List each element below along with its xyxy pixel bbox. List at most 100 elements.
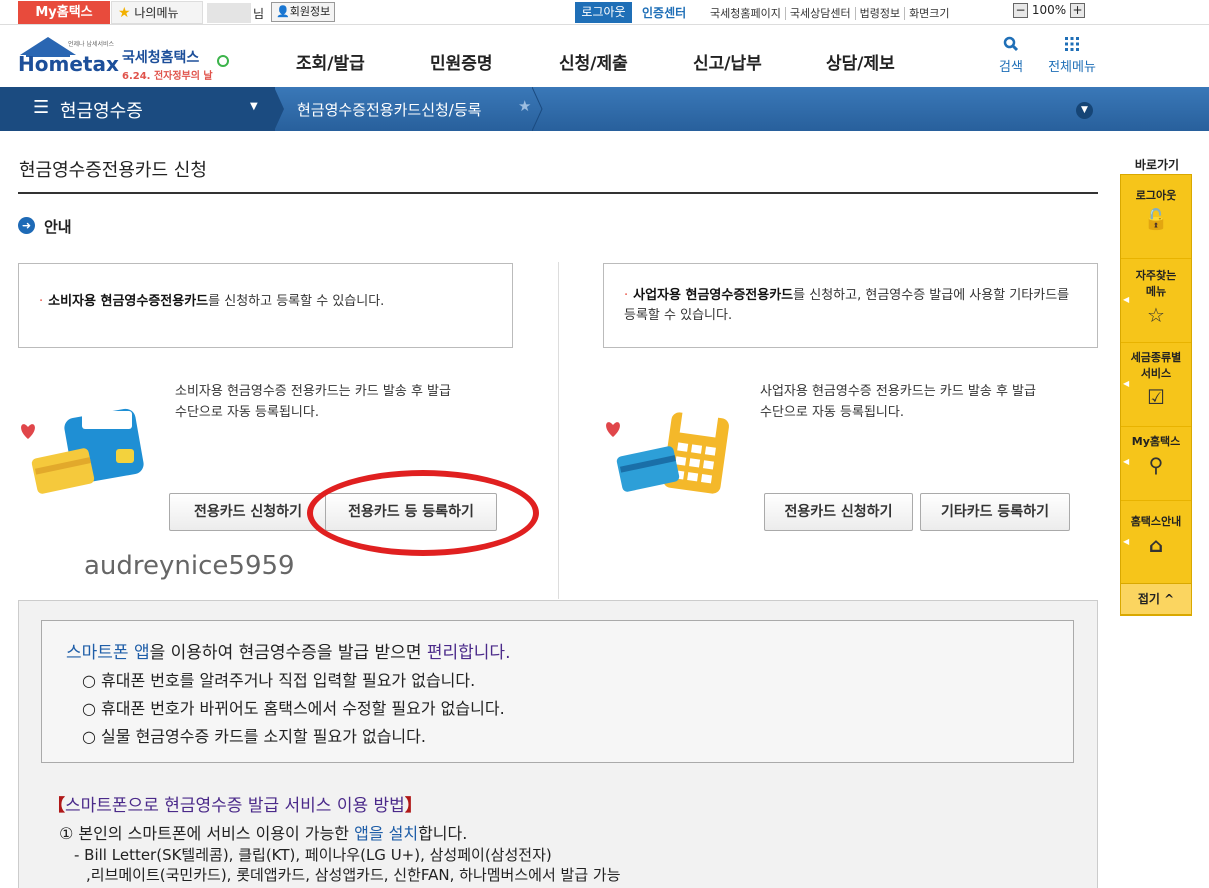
title-divider [18, 192, 1098, 194]
expand-chevron-icon[interactable]: ▼ [1076, 102, 1093, 119]
zoom-in-button[interactable]: + [1069, 3, 1085, 18]
calculator-card-illustration [606, 406, 729, 494]
quick-tax-type-service[interactable]: ◀ 세금종류별 서비스 ☑ [1121, 343, 1191, 427]
column-divider [558, 262, 559, 599]
top-links: 국세청홈페이지 국세상담센터 법령정보 화면크기 [706, 5, 954, 21]
hamburger-icon[interactable]: ☰ [33, 97, 49, 118]
arrow-left-icon: ◀ [1123, 379, 1130, 388]
checkbox-icon: ☑ [1147, 385, 1165, 409]
wallet-card-illustration [21, 408, 144, 494]
app-benefit-item: ○ 실물 현금영수증 카드를 소지할 필요가 없습니다. [82, 727, 426, 746]
quick-hometax-guide[interactable]: ◀ 홈택스안내 ⌂ [1121, 501, 1191, 581]
app-intro-text: 스마트폰 앱을 이용하여 현금영수증을 발급 받으면 편리합니다. [66, 638, 510, 663]
star-icon: ★ [118, 5, 131, 21]
fold-button[interactable]: 접기 ^ [1120, 583, 1192, 615]
search-button[interactable]: 검색 [994, 36, 1028, 75]
arrow-left-icon: ◀ [1123, 295, 1130, 304]
quick-logout-label: 로그아웃 [1135, 189, 1177, 202]
person-icon: ⚲ [1148, 453, 1164, 477]
gnb-report-pay[interactable]: 신고/납부 [693, 49, 762, 74]
bullet-icon: · [624, 288, 629, 303]
business-info-bold: 사업자용 현금영수증전용카드 [633, 288, 794, 303]
howto-title: 스마트폰으로 현금영수증 발급 서비스 이용 방법 [65, 796, 405, 816]
quick-favorite-label: 자주찾는 메뉴 [1135, 269, 1177, 298]
page-title: 현금영수증전용카드 신청 [19, 160, 207, 181]
nts-homepage-link[interactable]: 국세청홈페이지 [706, 7, 785, 20]
nav-arrow-divider [274, 87, 284, 131]
all-menu-label: 전체메뉴 [1048, 60, 1096, 75]
logout-button[interactable]: 로그아웃 [575, 2, 632, 23]
business-card-apply-button[interactable]: 전용카드 신청하기 [764, 493, 913, 531]
gnb-civil-cert[interactable]: 민원증명 [430, 49, 493, 74]
arrow-left-icon: ◀ [1123, 537, 1130, 546]
consumer-info-text: 를 신청하고 등록할 수 있습니다. [208, 294, 385, 309]
my-menu-label: 나의메뉴 [134, 6, 179, 20]
app-benefit-item: ○ 휴대폰 번호를 알려주거나 직접 입력할 필요가 없습니다. [82, 671, 476, 690]
screen-size-label: 화면크기 [904, 7, 954, 20]
quick-tax-type-label: 세금종류별 서비스 [1130, 351, 1182, 380]
my-menu-tab[interactable]: ★ 나의메뉴 [111, 1, 203, 24]
gnb-apply-submit[interactable]: 신청/제출 [559, 49, 628, 74]
chevron-down-icon[interactable]: ▼ [250, 101, 258, 112]
quick-my-hometax[interactable]: ◀ My홈택스 ⚲ [1121, 427, 1191, 501]
hometax-logo[interactable]: 언제나 납세서비스 Hometax 국세청홈택스 6.24. 전자정부의 날 [18, 33, 233, 83]
cert-center-link[interactable]: 인증센터 [642, 4, 686, 21]
honorific-label: 님 [253, 7, 265, 21]
watermark-text: audreynice5959 [84, 551, 295, 581]
howto-heading: 【스마트폰으로 현금영수증 발급 서비스 이용 방법】 [48, 791, 422, 816]
red-highlight-circle [307, 470, 539, 556]
gnb-inquiry-issue[interactable]: 조회/발급 [296, 49, 365, 74]
favorite-star-icon[interactable]: ★ [518, 97, 531, 115]
search-label: 검색 [999, 60, 1023, 75]
app-benefit-item: ○ 휴대폰 번호가 바뀌어도 홈택스에서 수정할 필요가 없습니다. [82, 699, 505, 718]
supported-apps-line-1: - Bill Letter(SK텔레콤), 클립(KT), 페이나우(LG U+… [74, 846, 552, 864]
star-outline-icon: ☆ [1147, 303, 1165, 327]
zoom-level: 100% [1031, 3, 1067, 17]
my-hometax-tab[interactable]: My홈택스 [18, 1, 110, 24]
quick-menu: 로그아웃 🔓 ◀ 자주찾는 메뉴 ☆ ◀ 세금종류별 서비스 ☑ ◀ My홈택스… [1120, 174, 1192, 616]
consumer-info-bold: 소비자용 현금영수증전용카드 [48, 294, 209, 309]
howto-step-1: ① 본인의 스마트폰에 서비스 이용이 가능한 앱을 설치합니다. [59, 820, 467, 844]
zoom-out-button[interactable]: − [1013, 3, 1028, 18]
other-card-register-button[interactable]: 기타카드 등록하기 [920, 493, 1070, 531]
arrow-left-icon: ◀ [1123, 457, 1130, 466]
tax-consult-link[interactable]: 국세상담센터 [784, 7, 855, 20]
app-intro-convenient: 편리합니다. [426, 643, 511, 663]
quick-favorite-menu[interactable]: ◀ 자주찾는 메뉴 ☆ [1121, 259, 1191, 343]
quick-menu-title: 바로가기 [1134, 158, 1180, 172]
house-icon: ⌂ [1148, 533, 1164, 557]
supported-apps-line-2: ,리브메이트(국민카드), 롯데앱카드, 삼성앱카드, 신한FAN, 하나멤버스… [86, 866, 621, 884]
all-menu-button[interactable]: 전체메뉴 [1043, 36, 1101, 75]
lock-icon: 🔓 [1143, 207, 1169, 231]
breadcrumb-current[interactable]: 현금영수증전용카드신청/등록 [297, 99, 481, 120]
fold-label: 접기 [1137, 592, 1160, 606]
app-intro-middle: 을 이용하여 현금영수증을 발급 받으면 [149, 643, 427, 663]
step1-text-a: ① 본인의 스마트폰에 서비스 이용이 가능한 [59, 824, 355, 843]
consumer-description: 소비자용 현금영수증 전용카드는 카드 발송 후 발급 수단으로 자동 등록됩니… [175, 384, 451, 420]
consumer-card-apply-button[interactable]: 전용카드 신청하기 [169, 493, 327, 531]
quick-my-hometax-label: My홈택스 [1131, 435, 1181, 448]
quick-logout[interactable]: 로그아웃 🔓 [1121, 175, 1191, 259]
crumb-arrow-divider [532, 87, 543, 131]
section-title: 현금영수증 [60, 101, 143, 122]
masked-username [207, 3, 251, 23]
member-info-button[interactable]: 👤회원정보 [271, 2, 336, 22]
logo-wordmark: Hometax [18, 52, 119, 76]
arrow-right-circle-icon: ➜ [18, 217, 35, 234]
person-icon: 👤 [276, 5, 290, 18]
zoom-control: − 100% + [1013, 3, 1085, 18]
law-info-link[interactable]: 법령정보 [854, 7, 905, 20]
chevron-up-icon: ^ [1164, 592, 1175, 606]
app-intro-highlight: 스마트폰 앱 [66, 643, 150, 663]
logo-event: 6.24. 전자정부의 날 [122, 69, 213, 82]
step1-install-app: 앱을 설치 [354, 824, 419, 843]
bullet-icon: · [39, 294, 44, 309]
guide-heading: 안내 [44, 218, 72, 236]
gnb-consult-report[interactable]: 상담/제보 [826, 49, 895, 74]
consumer-info-box: · 소비자용 현금영수증전용카드를 신청하고 등록할 수 있습니다. [18, 263, 513, 348]
search-icon [1003, 36, 1019, 52]
howto-bracket-close: 】 [404, 796, 422, 816]
business-description: 사업자용 현금영수증 전용카드는 카드 발송 후 발급 수단으로 자동 등록됩니… [760, 384, 1036, 420]
logo-korean: 국세청홈택스 [122, 49, 199, 66]
member-info-label: 회원정보 [289, 5, 331, 18]
